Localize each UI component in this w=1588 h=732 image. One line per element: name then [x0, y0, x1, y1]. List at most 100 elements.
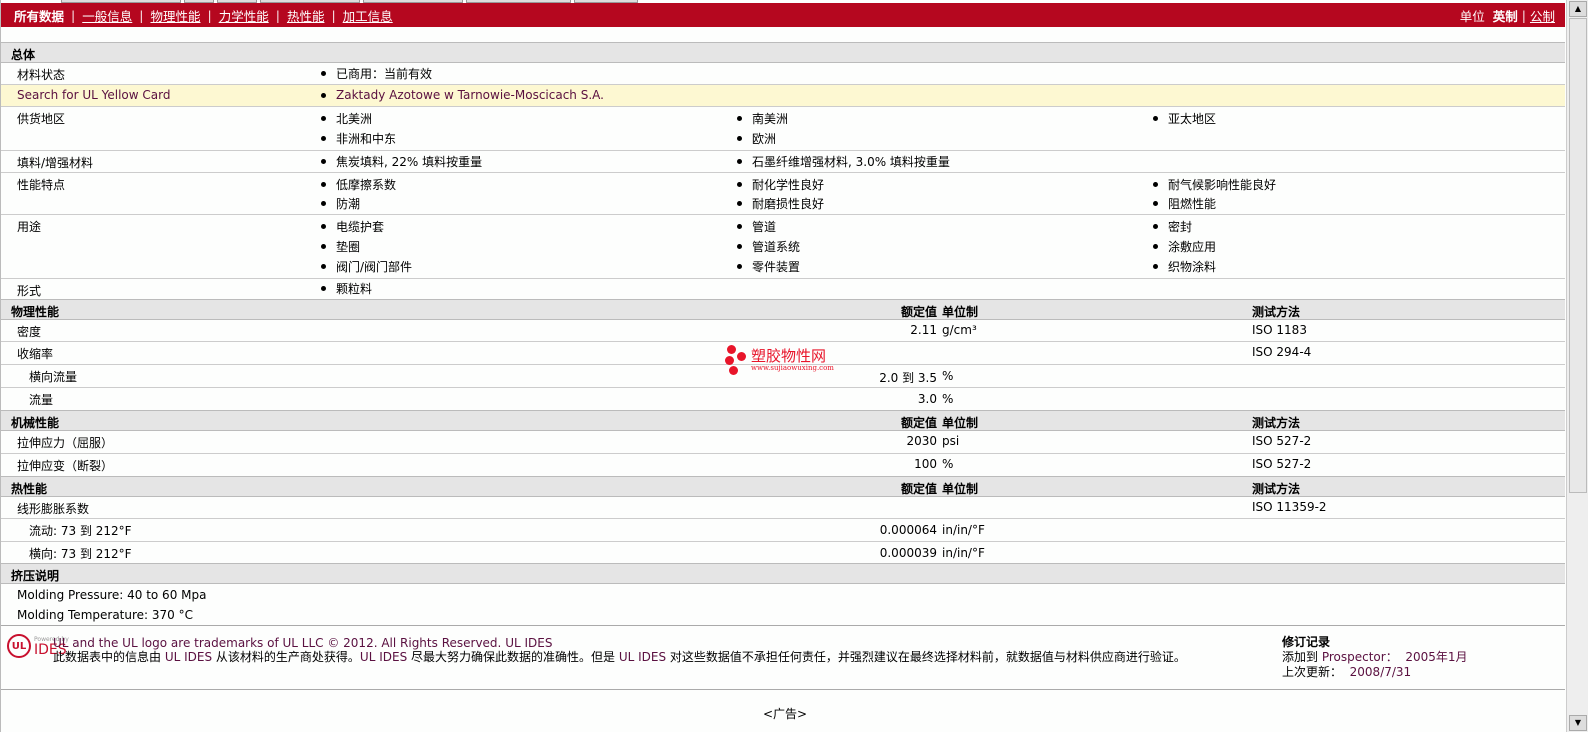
value: 零件装置 [752, 259, 801, 274]
unit: % [942, 392, 954, 406]
added-label: 添加到 [1282, 650, 1319, 664]
value: 防潮 [336, 196, 361, 211]
row-region: 供货地区 北美洲 南美洲 亚太地区 非洲和中东 欧洲 [1, 107, 1565, 151]
row-label: 用途 [17, 220, 42, 234]
unit: g/cm³ [942, 323, 977, 337]
row-label: 横向流量 [29, 370, 78, 384]
datasheet-page: 所有数据 | 一般信息 | 物理性能 | 力学性能 | 热性能 | 加工信息 单位 英制 |… [0, 0, 1565, 732]
disclaimer-text: 从该材料的生产商处获得。 [212, 650, 360, 664]
note-line: Molding Temperature: 370 °C [17, 608, 193, 622]
value: 密封 [1168, 219, 1193, 234]
unit: in/in/°F [942, 546, 985, 560]
value: 欧洲 [752, 131, 777, 146]
unit-switch: 单位 英制 | 公制 [1459, 6, 1555, 25]
manufacturer-link[interactable]: Zaktady Azotowe w Tarnowie-Moscicach S.A… [336, 88, 604, 102]
value: 焦炭填料, 22% 填料按重量 [336, 154, 483, 169]
ides-name: UL IDES [618, 650, 667, 664]
row-uses: 用途 电缆护套 管道 密封 垫圈 管道系统 涂敷应用 阀门/阀门部件 零件装置 … [1, 215, 1565, 279]
nav-general[interactable]: 一般信息 [82, 6, 132, 25]
nav-mechanical[interactable]: 力学性能 [219, 6, 269, 25]
row-yellow-card: Search for UL Yellow Card Zaktady Azotowe… [1, 85, 1565, 107]
nav-thermal[interactable]: 热性能 [287, 6, 325, 25]
value: 非洲和中东 [336, 131, 397, 146]
row-label: 拉伸应力（屈服） [17, 436, 114, 450]
value: 耐气候影响性能良好 [1168, 177, 1277, 192]
section-mechanical: 机械性能 额定值 单位制 测试方法 [1, 410, 1565, 431]
scroll-down-icon[interactable]: ▼ [1569, 715, 1587, 731]
yellow-card-link[interactable]: Search for UL Yellow Card [17, 88, 170, 102]
value: 管道系统 [752, 239, 801, 254]
trademark-text: UL and the UL logo are trademarks of UL … [53, 636, 502, 650]
col-value: 额定值 [900, 416, 937, 430]
unit: % [942, 457, 954, 471]
nav-all-data[interactable]: 所有数据 [14, 6, 64, 25]
scrollbar-thumb[interactable] [1569, 18, 1587, 493]
col-value: 额定值 [900, 482, 937, 496]
disclaimer-text: 对这些数据值不承担任何责任，并强烈建议在最终选择材料前，就数据值与材料供应商进行… [666, 650, 1186, 664]
row-label: 材料状态 [17, 68, 66, 82]
disclaimer-text: 此数据表中的信息由 [53, 650, 165, 664]
row-label: 形式 [17, 284, 42, 298]
section-title: 热性能 [11, 482, 48, 496]
value: 0.000039 [879, 546, 937, 560]
row-label: 收缩率 [17, 347, 54, 361]
section-title: 总体 [11, 48, 36, 62]
ul-ides-link[interactable]: UL IDES [505, 636, 552, 650]
test-method: ISO 294-4 [1252, 345, 1312, 359]
ides-name: UL IDES [359, 650, 408, 664]
row-label: 填料/增强材料 [17, 156, 94, 170]
ad-label: <广告> [763, 707, 808, 721]
value: 织物涂料 [1168, 259, 1217, 274]
test-method: ISO 1183 [1252, 323, 1307, 337]
unit: in/in/°F [942, 523, 985, 537]
section-physical: 物理性能 额定值 单位制 测试方法 [1, 299, 1565, 320]
row-label: 供货地区 [17, 112, 66, 126]
row-label: 线形膨胀系数 [17, 502, 90, 516]
value: 垫圈 [336, 239, 361, 254]
scroll-up-icon[interactable]: ▲ [1569, 1, 1587, 17]
col-value: 额定值 [900, 305, 937, 319]
disclaimer-text: 尽最大努力确保此数据的准确性。但是 [407, 650, 619, 664]
col-test: 测试方法 [1252, 482, 1301, 496]
col-unit: 单位制 [942, 305, 979, 319]
section-extrusion: 挤压说明 [1, 563, 1565, 584]
value: 耐磨损性良好 [752, 196, 825, 211]
col-test: 测试方法 [1252, 305, 1301, 319]
row-label: 拉伸应变（断裂） [17, 459, 114, 473]
value: 3.0 [917, 392, 937, 406]
row-form: 形式 颗粒料 [1, 279, 1565, 299]
table-row: 密度 2.11 g/cm³ ISO 1183 [1, 320, 1565, 342]
footer: UL Powered by IDES UL and the UL logo are… [1, 625, 1565, 690]
watermark-name: 塑胶物性网 [751, 347, 827, 365]
row-label: 流量 [29, 393, 54, 407]
value: 石墨纤维增强材料, 3.0% 填料按重量 [752, 154, 950, 169]
value: 100 [914, 457, 937, 471]
row-label: 横向: 73 到 212°F [29, 547, 132, 561]
table-row: 线形膨胀系数 ISO 11359-2 [1, 497, 1565, 519]
row-status: 材料状态 已商用：当前有效 [1, 63, 1565, 85]
value: 涂敷应用 [1168, 239, 1217, 254]
table-row: 横向: 73 到 212°F 0.000039 in/in/°F [1, 542, 1565, 564]
watermark: 塑胶物性网 www.sujiaowuxing.com [725, 345, 834, 375]
value: 亚太地区 [1168, 111, 1217, 126]
nav-processing[interactable]: 加工信息 [343, 6, 393, 25]
test-method: ISO 527-2 [1252, 434, 1312, 448]
value: 电缆护套 [336, 219, 385, 234]
vertical-scrollbar[interactable]: ▲ ▼ [1566, 0, 1588, 732]
added-date: 2005年1月 [1405, 650, 1468, 664]
value: 已商用：当前有效 [336, 66, 433, 81]
note-line: Molding Pressure: 40 to 60 Mpa [17, 588, 207, 602]
nav-physical[interactable]: 物理性能 [150, 6, 200, 25]
row-label: 性能特点 [17, 178, 66, 192]
unit: % [942, 369, 954, 383]
value: 2.11 [910, 323, 937, 337]
section-general: 总体 [1, 42, 1565, 63]
section-title: 挤压说明 [11, 569, 60, 583]
col-unit: 单位制 [942, 416, 979, 430]
units-metric[interactable]: 公制 [1530, 6, 1555, 25]
extrusion-notes: Molding Pressure: 40 to 60 Mpa Molding T… [1, 585, 1565, 625]
test-method: ISO 11359-2 [1252, 500, 1327, 514]
col-test: 测试方法 [1252, 416, 1301, 430]
section-thermal: 热性能 额定值 单位制 测试方法 [1, 476, 1565, 497]
row-features: 性能特点 低摩擦系数 耐化学性良好 耐气候影响性能良好 防潮 耐磨损性良好 阻燃… [1, 173, 1565, 215]
